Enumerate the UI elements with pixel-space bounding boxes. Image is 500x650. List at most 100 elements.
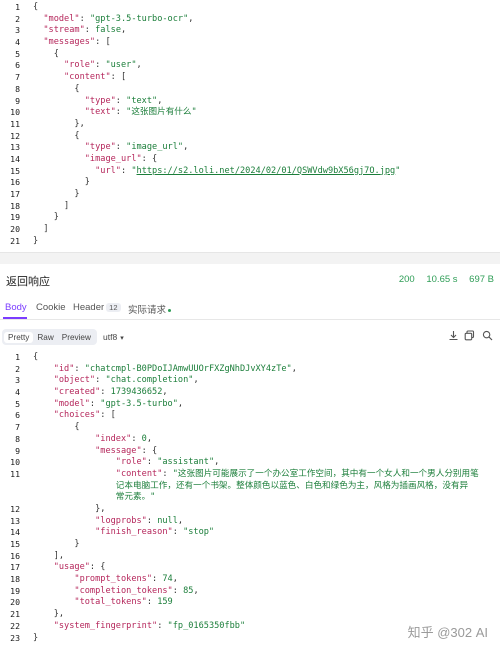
- response-line: 常元素。": [0, 492, 500, 504]
- token-num: 159: [157, 597, 173, 608]
- line-number: 5: [15, 398, 20, 409]
- token-pun: [33, 375, 54, 385]
- tab-cookie[interactable]: Cookie: [36, 302, 66, 313]
- token-pun: [33, 457, 116, 467]
- token-pun: {: [33, 48, 59, 59]
- response-body-viewer[interactable]: 1{2 "id": "chatcmpl-B0PDoIJAmwUUOrFXZgNh…: [0, 352, 500, 650]
- token-pun: [33, 562, 54, 572]
- token-str: "text": [126, 95, 158, 106]
- token-str: 记本电脑工作，还有一个书架。整体颜色以蓝色、白色和绿色为主，风格为插画风格，没有…: [33, 480, 469, 491]
- token-num: 74: [162, 574, 173, 585]
- token-lnk[interactable]: https://s2.loli.net/2024/02/01/QSWVdw9bX…: [137, 166, 396, 176]
- token-pun: :: [172, 585, 184, 596]
- response-header: 返回响应 200 10.65 s 697 B: [0, 268, 500, 292]
- tab-actual-request[interactable]: 实际请求: [128, 302, 172, 316]
- line-number: 3: [15, 25, 20, 36]
- line-number: 18: [10, 574, 20, 585]
- line-text: "type": "image_url",: [33, 142, 189, 154]
- token-pun: :: [74, 363, 85, 374]
- line-text: "text": "这张图片有什么": [33, 107, 197, 119]
- status-code: 200: [398, 274, 415, 285]
- line-text: {: [33, 2, 38, 14]
- request-code[interactable]: 1{2 "model": "gpt-3.5-turbo-ocr", 3 "stre…: [0, 2, 500, 247]
- tab-body[interactable]: Body: [5, 302, 27, 313]
- request-line: 20 ]: [0, 224, 500, 236]
- line-text: "role": "user",: [33, 60, 142, 72]
- token-pun: }: [33, 177, 90, 188]
- token-key: "prompt_tokens": [74, 574, 153, 585]
- line-number: 12: [10, 130, 20, 141]
- token-pun: }: [33, 212, 59, 223]
- token-pun: : {: [141, 153, 158, 164]
- request-body-editor[interactable]: 1{2 "model": "gpt-3.5-turbo-ocr", 3 "stre…: [0, 0, 500, 252]
- response-line: 6 "choices": [: [0, 410, 500, 422]
- download-icon[interactable]: [447, 330, 459, 342]
- token-pun: :: [120, 165, 132, 176]
- token-pun: [33, 166, 95, 176]
- token-key: "created": [53, 387, 101, 398]
- line-text: },: [33, 504, 105, 516]
- token-key: "completion_tokens": [74, 585, 173, 596]
- token-pun: [33, 37, 43, 47]
- token-pun: ,: [188, 13, 194, 24]
- token-num: 1739436652: [110, 387, 163, 398]
- token-key: "id": [53, 363, 75, 374]
- request-line: 16 }: [0, 177, 500, 189]
- token-pun: :: [172, 527, 184, 538]
- token-pun: [33, 14, 43, 24]
- copy-icon[interactable]: [463, 330, 475, 342]
- line-text: },: [33, 609, 64, 621]
- token-key: "choices": [53, 410, 101, 421]
- line-text: "choices": [: [33, 410, 116, 422]
- token-pun: ,: [121, 25, 127, 36]
- token-pun: [33, 387, 54, 397]
- line-number: 19: [10, 585, 20, 596]
- request-line: 15 "url": "https://s2.loli.net/2024/02/0…: [0, 166, 500, 178]
- request-line: 3 "stream": false,: [0, 25, 500, 37]
- line-number: 5: [15, 48, 20, 59]
- response-code[interactable]: 1{2 "id": "chatcmpl-B0PDoIJAmwUUOrFXZgNh…: [0, 352, 500, 644]
- token-pun: [33, 142, 85, 152]
- token-pun: [33, 107, 85, 117]
- line-text: }: [33, 539, 79, 551]
- line-number: 6: [15, 410, 20, 421]
- line-text: "id": "chatcmpl-B0PDoIJAmwUUOrFXZgNhDJvX…: [33, 364, 297, 376]
- view-mode-switch: Pretty Raw Preview: [2, 329, 97, 345]
- token-str: 常元素。": [33, 492, 156, 503]
- line-text: "stream": false,: [33, 25, 126, 37]
- token-pun: },: [33, 118, 85, 129]
- line-text: {: [33, 84, 79, 96]
- search-icon[interactable]: [481, 330, 493, 342]
- token-key: "total_tokens": [74, 597, 147, 608]
- response-line: 19 "completion_tokens": 85,: [0, 586, 500, 598]
- response-line: 17 "usage": {: [0, 562, 500, 574]
- token-pun: : [: [110, 72, 127, 83]
- status-dot-icon: [168, 308, 172, 312]
- request-line: 10 "text": "这张图片有什么": [0, 107, 500, 119]
- response-line: 11 "content": "这张图片可能展示了一个办公室工作空间，其中有一个女…: [0, 469, 500, 481]
- line-text: "role": "assistant",: [33, 457, 220, 469]
- line-number: 13: [10, 515, 20, 526]
- response-line: 12 },: [0, 504, 500, 516]
- view-pretty-button[interactable]: Pretty: [4, 331, 34, 343]
- token-pun: : [: [100, 410, 116, 421]
- line-text: ]: [33, 201, 69, 213]
- line-number: 15: [10, 539, 20, 549]
- tab-header-label: Header: [73, 302, 105, 313]
- token-pun: {: [33, 352, 39, 362]
- response-stats: 200 10.65 s 697 B: [390, 274, 494, 285]
- tab-header[interactable]: Header 12: [73, 302, 121, 313]
- token-key: "index": [95, 433, 132, 444]
- token-pun: [33, 516, 95, 526]
- line-text: "url": "https://s2.loli.net/2024/02/01/Q…: [33, 166, 400, 178]
- token-pun: : {: [141, 445, 158, 456]
- token-pun: ,: [136, 60, 142, 71]
- token-key: "logprobs": [95, 515, 147, 526]
- token-pun: ,: [183, 142, 189, 153]
- encoding-select[interactable]: utf8 ▾: [103, 332, 124, 342]
- view-raw-button[interactable]: Raw: [33, 332, 57, 343]
- view-preview-button[interactable]: Preview: [58, 332, 95, 343]
- token-pun: [33, 60, 64, 70]
- token-pun: },: [33, 609, 65, 620]
- line-text: "model": "gpt-3.5-turbo",: [33, 399, 183, 411]
